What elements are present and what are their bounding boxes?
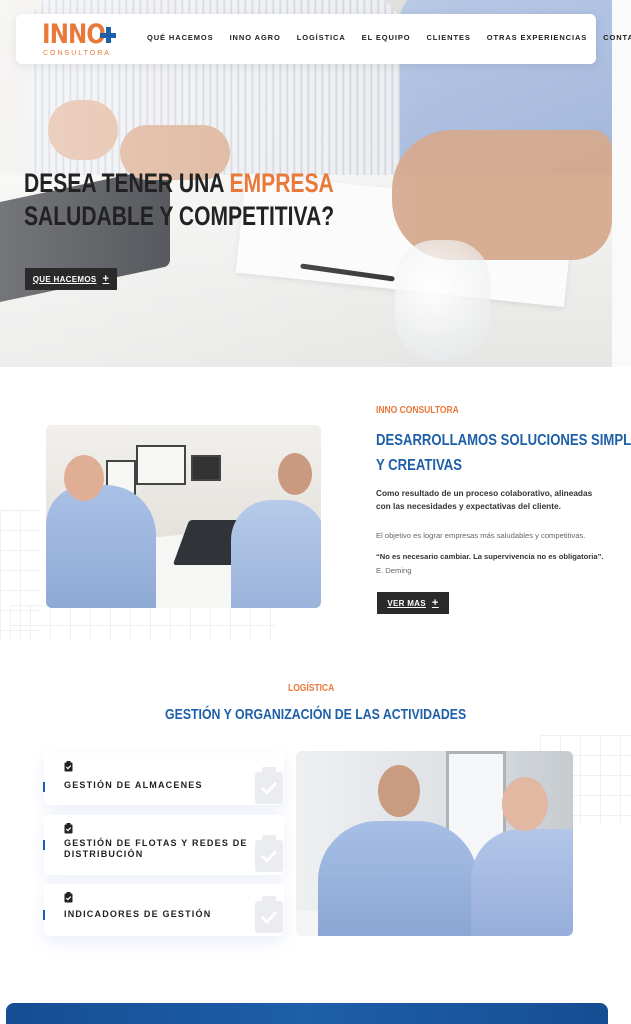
plus-icon: + [102, 272, 110, 285]
clipboard-check-icon [64, 892, 73, 903]
nav-link-el-equipo[interactable]: EL EQUIPO [362, 33, 411, 42]
page-edge [612, 0, 631, 367]
logistics-card-label: GESTIÓN DE ALMACENES [64, 780, 203, 790]
logistics-photo [296, 751, 573, 936]
nav-link-que-hacemos[interactable]: QUÉ HACEMOS [147, 33, 214, 42]
clipboard-check-icon [255, 896, 283, 933]
hero-title-line2: SALUDABLE Y COMPETITIVA? [24, 201, 335, 231]
card-accent-bar [43, 910, 45, 920]
plus-icon: + [431, 596, 439, 609]
logistics-photo-person-head [502, 777, 548, 831]
logistics-photo-person-head [378, 765, 420, 817]
top-navbar: INNO CONSULTORA QUÉ HACEMOS INNO AGRO LO… [16, 14, 631, 64]
about-title: DESARROLLAMOS SOLUCIONES SIMPLES Y CREAT… [376, 428, 631, 478]
nav-link-clientes[interactable]: CLIENTES [426, 33, 470, 42]
hero-title: DESEA TENER UNA EMPRESA SALUDABLE Y COMP… [24, 167, 334, 233]
clipboard-check-icon [255, 767, 283, 804]
hero-title-accent: EMPRESA [229, 168, 334, 198]
about-title-line2: Y CREATIVAS [376, 457, 463, 474]
decorative-grid [10, 605, 275, 640]
logo[interactable]: INNO CONSULTORA [42, 19, 132, 61]
about-photo-monitor [191, 455, 221, 481]
about-photo-person [231, 500, 321, 608]
clipboard-check-icon [64, 761, 73, 772]
logistics-card-indicadores[interactable]: INDICADORES DE GESTIÓN [43, 884, 284, 936]
quote-author: E. Deming [376, 566, 412, 575]
about-photo-person-head [278, 453, 312, 495]
about-photo-person-head [64, 455, 104, 501]
ver-mas-button[interactable]: VER MAS + [377, 592, 449, 614]
about-photo-person [46, 485, 156, 608]
logistics-card-almacenes[interactable]: GESTIÓN DE ALMACENES [43, 753, 284, 805]
about-lead: Como resultado de un proceso colaborativ… [376, 488, 593, 511]
about-photo [46, 425, 321, 608]
clipboard-check-icon [255, 835, 283, 872]
clipboard-check-icon [64, 823, 73, 834]
about-photo-frame [136, 445, 186, 485]
hero-title-part: DESEA TENER UNA [24, 168, 230, 198]
que-hacemos-button[interactable]: QUE HACEMOS + [25, 268, 117, 290]
logo-subtitle: CONSULTORA [43, 50, 111, 57]
logistics-card-label: GESTIÓN DE FLOTAS Y REDES DE DISTRIBUCIÓ… [64, 838, 248, 859]
logistics-eyebrow: LOGÍSTICA [288, 683, 335, 694]
logistics-photo-person [471, 829, 573, 936]
logistics-title: GESTIÓN Y ORGANIZACIÓN DE LAS ACTIVIDADE… [0, 706, 631, 723]
nav-link-logistica[interactable]: LOGÍSTICA [297, 33, 346, 42]
about-quote: “No es necesario cambiar. La supervivenc… [376, 550, 608, 578]
main-menu: QUÉ HACEMOS INNO AGRO LOGÍSTICA EL EQUIP… [147, 33, 631, 42]
about-paragraph: El objetivo es lograr empresas más salud… [376, 531, 586, 540]
logistics-title-text: GESTIÓN Y ORGANIZACIÓN DE LAS ACTIVIDADE… [164, 706, 467, 723]
quote-text: “No es necesario cambiar. La supervivenc… [376, 552, 604, 561]
about-eyebrow: INNO CONSULTORA [376, 405, 459, 416]
nav-link-otras-experiencias[interactable]: OTRAS EXPERIENCIAS [487, 33, 587, 42]
que-hacemos-button-label: QUE HACEMOS [32, 274, 97, 284]
about-title-line1: DESARROLLAMOS SOLUCIONES SIMPLES [376, 432, 631, 449]
ver-mas-button-label: VER MAS [387, 598, 426, 608]
logistics-card-flotas[interactable]: GESTIÓN DE FLOTAS Y REDES DE DISTRIBUCIÓ… [43, 815, 284, 875]
logistics-card-label: INDICADORES DE GESTIÓN [64, 909, 212, 919]
logistics-photo-person [318, 821, 478, 936]
nav-link-contacto[interactable]: CONTACTO [603, 33, 631, 42]
card-accent-bar [43, 782, 45, 792]
card-accent-bar [43, 840, 45, 850]
nav-link-inno-agro[interactable]: INNO AGRO [230, 33, 281, 42]
logo-plus-icon [100, 27, 116, 43]
bottom-blue-band [6, 1003, 608, 1024]
logo-word: INNO [42, 19, 106, 50]
